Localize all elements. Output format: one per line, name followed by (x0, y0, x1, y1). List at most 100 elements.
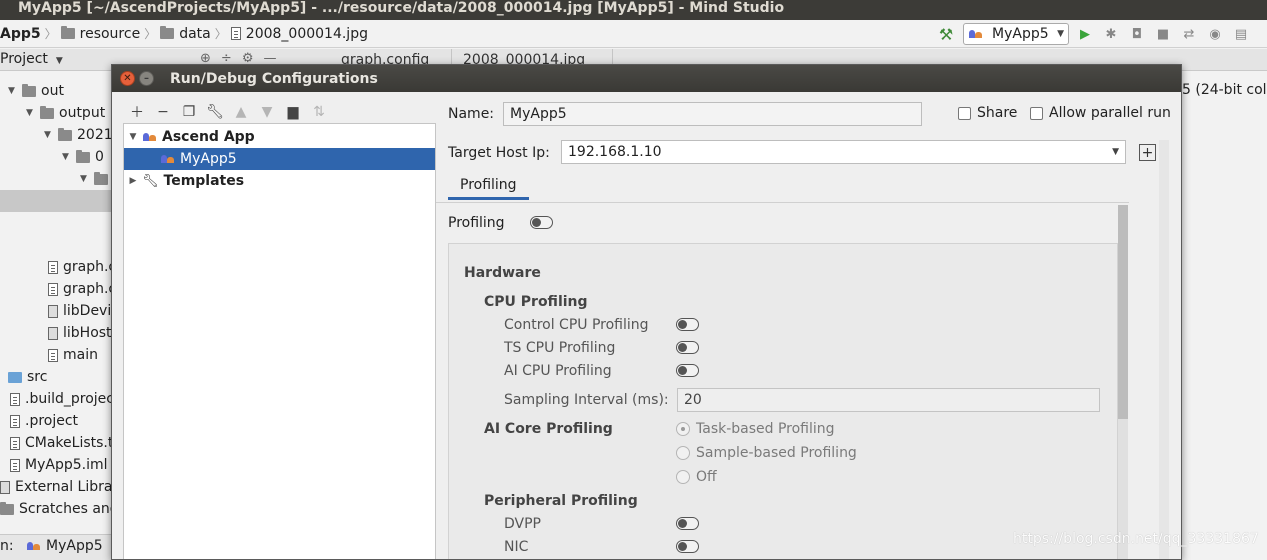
off-radio[interactable]: Off (676, 469, 717, 485)
dialog-title: Run/Debug Configurations (170, 70, 378, 87)
chevron-down-icon: ▼ (26, 108, 33, 118)
debug-icon[interactable]: ✱ (1101, 27, 1121, 42)
tree-item-iml[interactable]: MyApp5.iml (10, 454, 108, 476)
tree-item-0[interactable]: ▼ 0 (62, 146, 104, 168)
tree-item-label: graph.c (63, 259, 112, 275)
share-checkbox[interactable]: Share (958, 105, 1017, 121)
tree-item-output[interactable]: ▼ output (26, 102, 105, 124)
tree-item-myapp5[interactable]: MyApp5 (124, 148, 435, 170)
tree-item-build-project[interactable]: .build_projec (10, 388, 112, 410)
run-configuration-select[interactable]: MyApp5 ▼ (963, 23, 1069, 45)
file-icon (48, 282, 58, 296)
tree-item-subfolder[interactable]: ▼ (80, 168, 112, 190)
tree-item-label: libDevi (63, 303, 112, 319)
ts-cpu-profiling-toggle[interactable] (676, 341, 699, 354)
layout-icon[interactable]: ▤ (1231, 27, 1251, 42)
breadcrumb-data[interactable]: data (160, 26, 211, 42)
breadcrumb-project[interactable]: App5 (0, 26, 41, 42)
scratches-icon (0, 501, 14, 515)
allow-parallel-run-label: Allow parallel run (1049, 105, 1171, 121)
chevron-down-icon: ▼ (1057, 29, 1064, 39)
tree-item-main[interactable]: main (48, 344, 98, 366)
configuration-toolbar: ＋ − ❐ 🔧︎ ▲ ▼ ▆ ⇅ (124, 102, 332, 122)
tree-item-libdevice[interactable]: libDevi (48, 300, 111, 322)
project-panel-title: Project (0, 51, 48, 67)
breadcrumb-label: resource (79, 25, 141, 42)
tree-item-scratches[interactable]: Scratches and C (0, 498, 112, 520)
remove-icon[interactable]: − (150, 104, 176, 120)
window-title: MyApp5 [~/AscendProjects/MyApp5] - .../r… (0, 0, 1267, 20)
sort-icon[interactable]: ⇅ (306, 104, 332, 120)
run-tab[interactable]: MyApp5 (26, 538, 103, 554)
sample-based-profiling-radio[interactable]: Sample-based Profiling (676, 445, 857, 461)
sampling-interval-field[interactable]: 20 (677, 388, 1100, 412)
tree-item-libhost[interactable]: libHost (48, 322, 112, 344)
chevron-down-icon: ▼ (1112, 147, 1119, 157)
tree-item-2021[interactable]: ▼ 2021 (44, 124, 112, 146)
target-host-select[interactable]: 192.168.1.10 ▼ (561, 140, 1126, 164)
close-icon[interactable]: ✕ (120, 71, 135, 86)
build-icon[interactable]: ⇄ (1179, 27, 1199, 42)
profiling-toggle[interactable] (530, 216, 553, 229)
tree-group-ascend-app[interactable]: ▼ Ascend App (124, 126, 435, 148)
nic-toggle[interactable] (676, 540, 699, 553)
wrench-icon: 🔧︎ (142, 173, 159, 189)
ai-core-profiling-heading: AI Core Profiling (484, 421, 613, 437)
run-prefix: n: (0, 538, 14, 554)
ai-cpu-profiling-toggle[interactable] (676, 364, 699, 377)
tree-item-out[interactable]: ▼ out (8, 80, 64, 102)
breadcrumb-file[interactable]: 2008_000014.jpg (230, 26, 368, 42)
tree-item-label: output (59, 105, 106, 121)
project-tree: ▼ out ▼ output ▼ 2021 ▼ 0 ▼ graph.c graph.c … (0, 72, 112, 560)
project-panel-header[interactable]: Project ▼ (0, 51, 63, 67)
copy-icon[interactable]: ❐ (176, 104, 202, 120)
tree-item-graph-2[interactable]: graph.c (48, 278, 112, 300)
run-debug-dialog: ✕ – Run/Debug Configurations ＋ − ❐ 🔧︎ ▲ … (111, 64, 1182, 560)
checkbox-box (1030, 106, 1043, 120)
tree-item-cmakelists[interactable]: CMakeLists.t (10, 432, 112, 454)
new-folder-icon[interactable]: ▆ (280, 104, 306, 120)
dialog-scrollbar[interactable] (1159, 140, 1169, 559)
chevron-down-icon: ▼ (62, 152, 69, 162)
run-tab-label: MyApp5 (46, 538, 103, 554)
radio-label: Off (696, 469, 717, 485)
hardware-heading: Hardware (464, 265, 541, 281)
tree-item-label: graph.c (63, 281, 112, 297)
radio-dot (676, 470, 690, 484)
name-field[interactable]: MyApp5 (503, 102, 922, 126)
radio-dot (676, 446, 690, 460)
tab-profiling[interactable]: Profiling (448, 173, 529, 200)
add-icon[interactable]: ＋ (124, 102, 150, 122)
chevron-right-icon: 〉 (144, 27, 157, 41)
breadcrumb-resource[interactable]: resource (60, 25, 141, 42)
move-down-icon[interactable]: ▼ (254, 104, 280, 120)
ascend-app-icon (968, 29, 984, 39)
allow-parallel-run-checkbox[interactable]: Allow parallel run (1030, 105, 1171, 121)
form-scrollbar-thumb[interactable] (1118, 205, 1128, 419)
tree-item-graph-1[interactable]: graph.c (48, 256, 112, 278)
folder-icon (40, 105, 54, 119)
tree-item-external-libraries[interactable]: External Librar (0, 476, 112, 498)
chevron-right-icon: ▶ (129, 176, 137, 186)
minimize-icon[interactable]: – (139, 71, 154, 86)
tree-item-src[interactable]: src (8, 366, 47, 388)
stop-icon[interactable]: ■ (1153, 27, 1173, 42)
target-host-value: 192.168.1.10 (568, 144, 662, 160)
tree-group-templates[interactable]: ▶ 🔧︎ Templates (124, 170, 435, 192)
share-label: Share (977, 105, 1018, 121)
view-icon[interactable]: ◉ (1205, 27, 1225, 42)
wrench-icon[interactable]: 🔧︎ (202, 104, 228, 120)
tree-item-label: main (63, 347, 98, 363)
task-based-profiling-radio[interactable]: Task-based Profiling (676, 421, 835, 437)
image-file-icon (230, 27, 241, 40)
control-cpu-profiling-toggle[interactable] (676, 318, 699, 331)
run-icon[interactable]: ▶ (1075, 27, 1095, 42)
coverage-icon[interactable]: ◘ (1127, 27, 1147, 42)
hammer-icon[interactable]: ⚒ (935, 25, 957, 44)
move-up-icon[interactable]: ▲ (228, 104, 254, 120)
file-icon (10, 392, 20, 406)
add-host-button[interactable]: + (1139, 144, 1156, 161)
dvpp-toggle[interactable] (676, 517, 699, 530)
tree-item-project[interactable]: .project (10, 410, 78, 432)
file-icon (48, 348, 58, 362)
